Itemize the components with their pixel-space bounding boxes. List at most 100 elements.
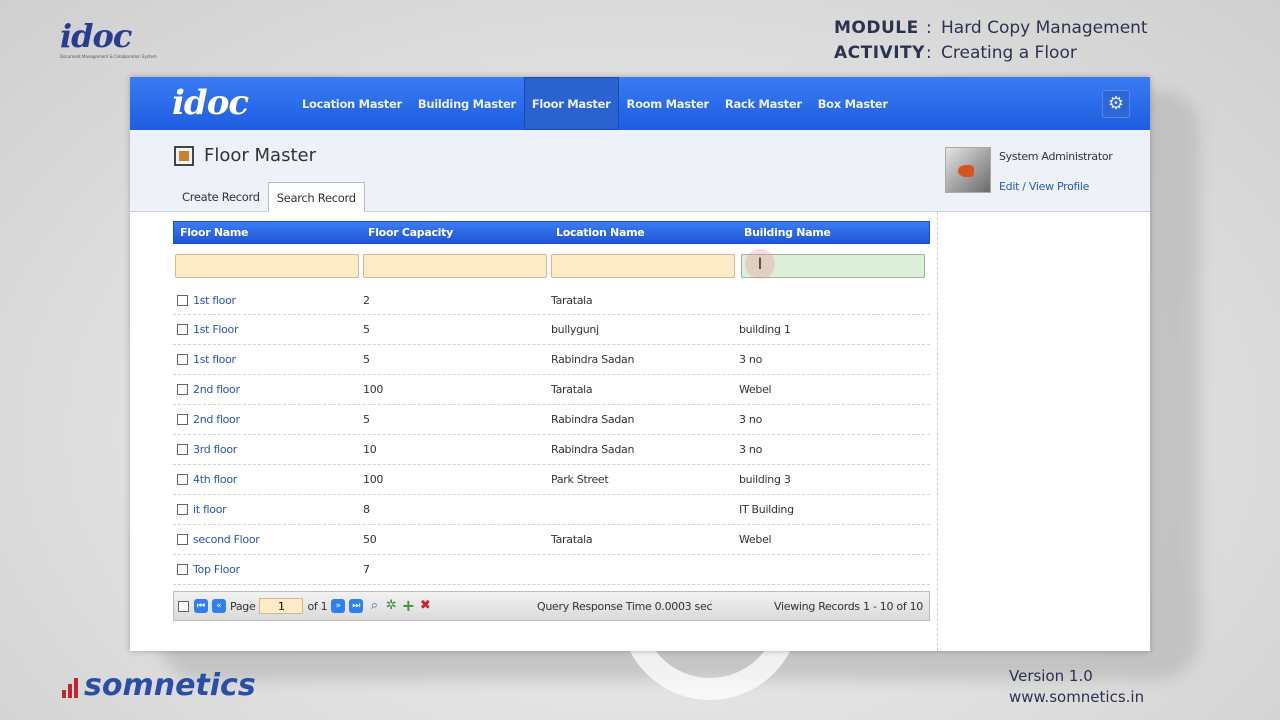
floor-capacity-cell: 100: [363, 473, 384, 486]
table-row[interactable]: 2nd floor 100 Taratala Webel: [173, 375, 930, 405]
filter-row: [173, 244, 930, 286]
nav-location-master[interactable]: Location Master: [294, 77, 410, 130]
nav-room-master[interactable]: Room Master: [619, 77, 717, 130]
search-icon[interactable]: ⌕: [367, 599, 381, 613]
floor-name-cell: it floor: [173, 503, 361, 516]
floor-name-link[interactable]: 1st floor: [193, 353, 236, 366]
floor-name-link[interactable]: 1st Floor: [193, 323, 239, 336]
module-label: MODULE: [834, 18, 919, 38]
row-checkbox[interactable]: [177, 564, 188, 575]
edit-profile-link[interactable]: Edit / View Profile: [999, 180, 1089, 193]
building-name-cell: Webel: [739, 383, 772, 396]
floor-name-cell: 1st Floor: [173, 323, 361, 336]
row-checkbox[interactable]: [177, 504, 188, 515]
footer-logo: somnetics: [62, 668, 256, 703]
floor-name-link[interactable]: 1st floor: [193, 294, 236, 307]
floor-name-link[interactable]: 4th floor: [193, 473, 237, 486]
viewing-records: Viewing Records 1 - 10 of 10: [774, 600, 923, 613]
floor-master-icon: [174, 145, 194, 166]
floor-name-link[interactable]: 2nd floor: [193, 383, 240, 396]
floor-name-cell: Top Floor: [173, 563, 361, 576]
table-row[interactable]: 1st Floor 5 bullygunj building 1: [173, 315, 930, 345]
tab-create-record[interactable]: Create Record: [174, 182, 268, 212]
app-window: idoc Location Master Building Master Flo…: [130, 77, 1150, 651]
website-text[interactable]: www.somnetics.in: [1009, 687, 1144, 708]
grid-body: 1st floor 2 Taratala 1st Floor 5 bullygunj bui…: [173, 286, 930, 585]
first-page-icon[interactable]: ⏮: [194, 599, 208, 613]
row-checkbox[interactable]: [177, 414, 188, 425]
table-row[interactable]: 4th floor 100 Park Street building 3: [173, 465, 930, 495]
floor-name-cell: second Floor: [173, 533, 361, 546]
row-checkbox[interactable]: [177, 444, 188, 455]
nav-floor-master[interactable]: Floor Master: [523, 77, 619, 130]
footer-info: Version 1.0 www.somnetics.in: [1009, 666, 1144, 708]
building-name-cell: IT Building: [739, 503, 794, 516]
filter-floor-capacity-input[interactable]: [363, 254, 547, 278]
table-row[interactable]: 3rd floor 10 Rabindra Sadan 3 no: [173, 435, 930, 465]
page-label: Page: [230, 599, 256, 613]
location-name-cell: Taratala: [551, 383, 593, 396]
location-name-cell: Rabindra Sadan: [551, 353, 635, 366]
query-response-time: Query Response Time 0.0003 sec: [537, 600, 713, 613]
floor-name-link[interactable]: 2nd floor: [193, 413, 240, 426]
floor-name-link[interactable]: 3rd floor: [193, 443, 237, 456]
col-header-floor-capacity[interactable]: Floor Capacity: [362, 226, 550, 239]
floor-name-cell: 1st floor: [173, 353, 361, 366]
table-row[interactable]: 1st floor 5 Rabindra Sadan 3 no: [173, 345, 930, 375]
footer-brand: somnetics: [84, 668, 256, 703]
floor-capacity-cell: 5: [363, 413, 370, 426]
nav-building-master[interactable]: Building Master: [410, 77, 524, 130]
nav-box-master[interactable]: Box Master: [810, 77, 896, 130]
delete-icon[interactable]: ✖: [418, 599, 432, 613]
version-text: Version 1.0: [1009, 667, 1093, 685]
table-row[interactable]: it floor 8 IT Building: [173, 495, 930, 525]
tab-search-record[interactable]: Search Record: [267, 182, 365, 212]
activity-value: Creating a Floor: [941, 43, 1077, 63]
building-name-cell: 3 no: [739, 413, 762, 426]
signal-bars-icon: [62, 674, 80, 698]
last-page-icon[interactable]: ⏭: [349, 599, 364, 613]
next-page-icon[interactable]: »: [331, 599, 346, 613]
slide-logo-tagline: Document Management & Collaboration Syst…: [60, 54, 157, 59]
select-all-checkbox[interactable]: [178, 600, 189, 612]
filter-floor-name-input[interactable]: [175, 254, 359, 278]
refresh-icon[interactable]: ✲: [384, 599, 398, 613]
row-checkbox[interactable]: [177, 384, 188, 395]
floor-name-link[interactable]: Top Floor: [193, 563, 240, 576]
table-row[interactable]: 2nd floor 5 Rabindra Sadan 3 no: [173, 405, 930, 435]
floor-name-cell: 4th floor: [173, 473, 361, 486]
col-header-location-name[interactable]: Location Name: [550, 226, 738, 239]
nav-rack-master[interactable]: Rack Master: [717, 77, 810, 130]
building-name-cell: 3 no: [739, 353, 762, 366]
page-number-input[interactable]: [259, 598, 304, 614]
row-checkbox[interactable]: [177, 354, 188, 365]
table-row[interactable]: second Floor 50 Taratala Webel: [173, 525, 930, 555]
floor-capacity-cell: 2: [363, 293, 370, 307]
floor-capacity-cell: 5: [363, 353, 370, 366]
app-logo[interactable]: idoc: [130, 77, 290, 130]
page-header: Floor Master Create Record Search Record: [130, 130, 1150, 212]
row-checkbox[interactable]: [177, 534, 188, 545]
floor-name-link[interactable]: second Floor: [193, 533, 260, 546]
building-name-cell: building 1: [739, 323, 791, 336]
floor-capacity-cell: 8: [363, 503, 370, 516]
gear-icon[interactable]: ⚙: [1102, 90, 1130, 118]
table-row[interactable]: 1st floor 2 Taratala: [173, 286, 930, 315]
row-checkbox[interactable]: [177, 294, 188, 306]
location-name-cell: bullygunj: [551, 323, 599, 336]
slide-logo-text: idoc: [60, 17, 132, 55]
row-checkbox[interactable]: [177, 324, 188, 335]
floor-grid: Floor Name Floor Capacity Location Name …: [173, 221, 930, 621]
user-name: System Administrator: [999, 150, 1113, 163]
module-value: Hard Copy Management: [941, 18, 1148, 38]
filter-location-name-input[interactable]: [551, 254, 735, 278]
floor-capacity-cell: 5: [363, 323, 370, 336]
floor-name-link[interactable]: it floor: [193, 503, 227, 516]
col-header-building-name[interactable]: Building Name: [738, 226, 929, 239]
table-row[interactable]: Top Floor 7: [173, 555, 930, 585]
activity-colon: :: [926, 43, 932, 63]
prev-page-icon[interactable]: «: [212, 599, 226, 613]
row-checkbox[interactable]: [177, 474, 188, 485]
add-icon[interactable]: +: [401, 598, 415, 614]
col-header-floor-name[interactable]: Floor Name: [174, 226, 362, 239]
